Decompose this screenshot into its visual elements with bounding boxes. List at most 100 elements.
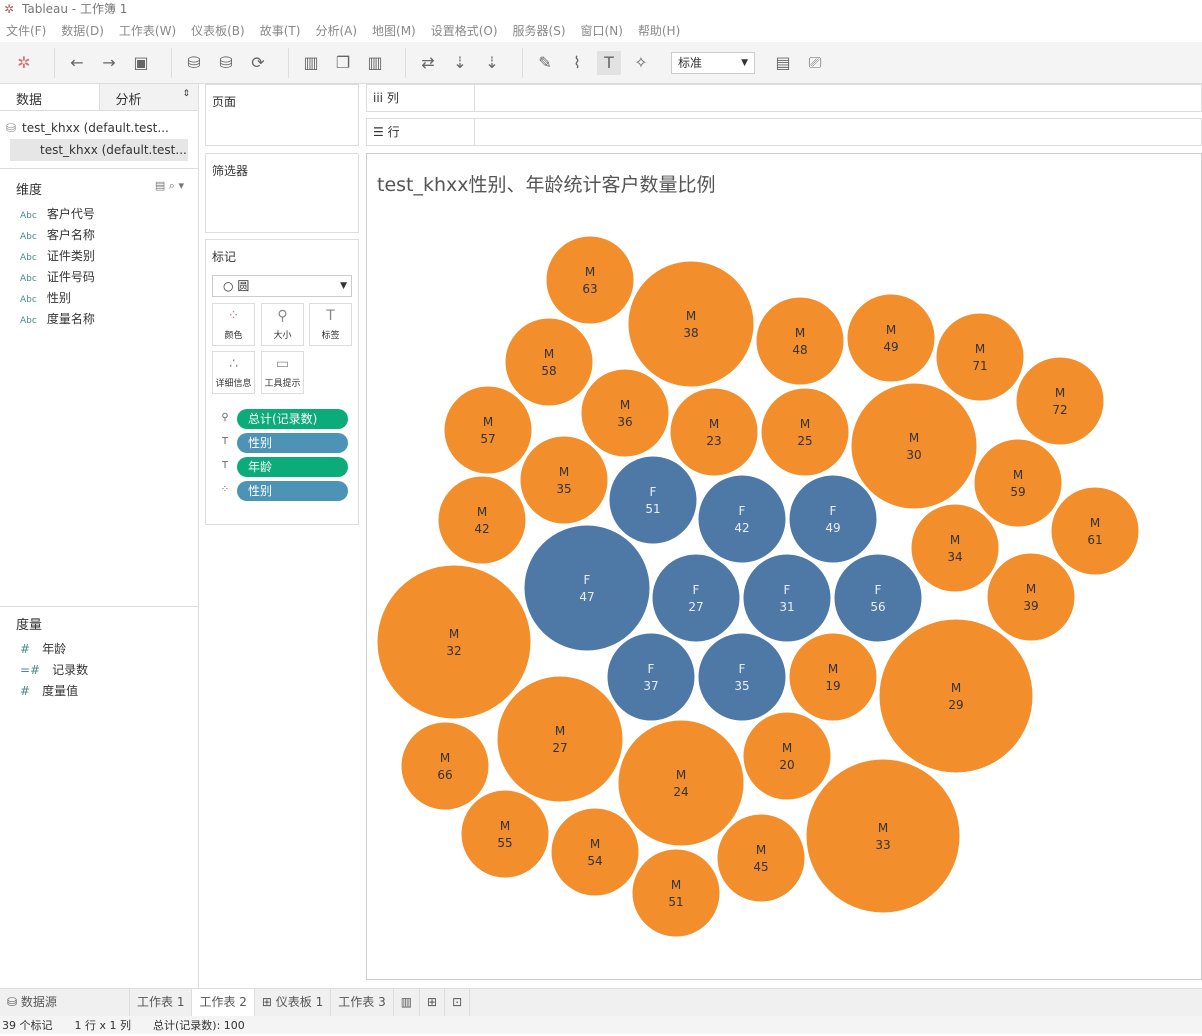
bubble-mark[interactable]	[742, 553, 832, 643]
bubble-F-31[interactable]: F 31	[742, 553, 832, 643]
bubble-mark[interactable]	[545, 235, 635, 325]
highlight-icon[interactable]: ✎	[533, 51, 557, 75]
menu-worksheet[interactable]: 工作表(W)	[119, 20, 176, 42]
bubble-F-42[interactable]: F 42	[697, 474, 787, 564]
bubble-mark[interactable]	[697, 632, 787, 722]
tableau-home-icon[interactable]: ✲	[12, 51, 36, 75]
bubble-mark[interactable]	[878, 618, 1034, 774]
bubble-mark[interactable]	[617, 719, 745, 847]
bubble-M-63[interactable]: M 63	[545, 235, 635, 325]
bubble-M-30[interactable]: M 30	[850, 382, 978, 510]
sort-ascending-icon[interactable]: ⇣	[448, 51, 472, 75]
bubble-mark[interactable]	[437, 475, 527, 565]
tab-analysis[interactable]: 分析 ⇕	[98, 84, 198, 110]
bubble-F-37[interactable]: F 37	[606, 632, 696, 722]
bubble-M-55[interactable]: M 55	[460, 789, 550, 879]
label-button[interactable]: T 标签	[309, 303, 352, 346]
bubble-mark[interactable]	[833, 553, 923, 643]
menu-story[interactable]: 故事(T)	[260, 20, 301, 42]
new-story-icon[interactable]: ⊡	[445, 989, 471, 1016]
bubble-M-54[interactable]: M 54	[550, 807, 640, 897]
marks-pill[interactable]: 性别	[237, 481, 348, 501]
datasource-item[interactable]: ⛁ test_khxx (default.test...	[0, 117, 198, 139]
bubble-mark[interactable]	[1050, 486, 1140, 576]
bubble-mark[interactable]	[669, 387, 759, 477]
mark-type-select[interactable]: ○ 圆 ▼	[212, 275, 352, 297]
bubble-M-34[interactable]: M 34	[910, 503, 1000, 593]
bubble-M-71[interactable]: M 71	[935, 312, 1025, 402]
show-me-icon[interactable]: ▤	[771, 51, 795, 75]
bubble-M-57[interactable]: M 57	[443, 385, 533, 475]
bubble-M-32[interactable]: M 32	[376, 564, 532, 720]
new-datasource-icon[interactable]: ⛁	[182, 51, 206, 75]
dimension-field[interactable]: Abc 证件类别	[0, 246, 198, 267]
bubble-mark[interactable]	[651, 553, 741, 643]
bubble-mark[interactable]	[973, 438, 1063, 528]
redo-icon[interactable]: →	[97, 51, 121, 75]
bubble-mark[interactable]	[580, 368, 670, 458]
bubble-mark[interactable]	[550, 807, 640, 897]
view-search-icons[interactable]: ▤ ⌕ ▾	[155, 179, 184, 193]
bubble-mark[interactable]	[376, 564, 532, 720]
size-button[interactable]: ⚲ 大小	[261, 303, 304, 346]
bubble-mark[interactable]	[935, 312, 1025, 402]
bubble-mark[interactable]	[519, 435, 609, 525]
bubble-mark[interactable]	[697, 474, 787, 564]
tab-datasource[interactable]: ⛁ 数据源	[0, 989, 130, 1016]
menu-map[interactable]: 地图(M)	[372, 20, 416, 42]
save-icon[interactable]: ▣	[129, 51, 153, 75]
menu-file[interactable]: 文件(F)	[6, 20, 46, 42]
bubble-mark[interactable]	[850, 382, 978, 510]
presentation-icon[interactable]: ⎚	[803, 51, 827, 75]
bubble-mark[interactable]	[788, 632, 878, 722]
bubble-mark[interactable]	[805, 758, 961, 914]
menu-analysis[interactable]: 分析(A)	[315, 20, 357, 42]
bubble-M-61[interactable]: M 61	[1050, 486, 1140, 576]
bubble-F-35[interactable]: F 35	[697, 632, 787, 722]
menu-help[interactable]: 帮助(H)	[638, 20, 680, 42]
refresh-icon[interactable]: ⟳	[246, 51, 270, 75]
menu-data[interactable]: 数据(D)	[61, 20, 104, 42]
dimension-field[interactable]: Abc 度量名称	[0, 309, 198, 330]
menu-window[interactable]: 窗口(N)	[581, 20, 623, 42]
bubble-M-66[interactable]: M 66	[400, 721, 490, 811]
bubble-mark[interactable]	[910, 503, 1000, 593]
menu-server[interactable]: 服务器(S)	[513, 20, 566, 42]
bubble-mark[interactable]	[631, 848, 721, 938]
new-worksheet-icon[interactable]: ▥	[394, 989, 421, 1016]
pages-card[interactable]: 页面	[205, 84, 359, 146]
bubble-mark[interactable]	[606, 632, 696, 722]
bubble-mark[interactable]	[1015, 356, 1105, 446]
dimension-field[interactable]: Abc 客户代号	[0, 204, 198, 225]
bubble-mark[interactable]	[443, 385, 533, 475]
bubble-M-58[interactable]: M 58	[504, 317, 594, 407]
bubble-F-56[interactable]: F 56	[833, 553, 923, 643]
tab-dashboard-1[interactable]: ⊞ 仪表板 1	[255, 989, 332, 1016]
bubble-mark[interactable]	[496, 675, 624, 803]
columns-shelf[interactable]: iii 列	[366, 84, 1202, 112]
bubble-M-48[interactable]: M 48	[755, 296, 845, 386]
bubble-F-49[interactable]: F 49	[788, 474, 878, 564]
clear-sheet-icon[interactable]: ▥	[363, 51, 387, 75]
duplicate-sheet-icon[interactable]: ❐	[331, 51, 355, 75]
bubble-M-45[interactable]: M 45	[716, 813, 806, 903]
detail-button[interactable]: ∴ 详细信息	[212, 351, 255, 394]
rows-shelf[interactable]: ☰ 行	[366, 118, 1202, 146]
bubble-M-36[interactable]: M 36	[580, 368, 670, 458]
bubble-mark[interactable]	[523, 524, 651, 652]
bubble-M-33[interactable]: M 33	[805, 758, 961, 914]
pause-updates-icon[interactable]: ⛁	[214, 51, 238, 75]
tab-sheet-1[interactable]: 工作表 1	[130, 989, 193, 1016]
bubble-mark[interactable]	[986, 552, 1076, 642]
sort-descending-icon[interactable]: ⇣	[480, 51, 504, 75]
bubble-F-47[interactable]: F 47	[523, 524, 651, 652]
show-labels-icon[interactable]: T	[597, 50, 621, 75]
bubble-M-35[interactable]: M 35	[519, 435, 609, 525]
bubble-M-19[interactable]: M 19	[788, 632, 878, 722]
marks-pill[interactable]: 总计(记录数)	[237, 409, 348, 429]
bubble-F-27[interactable]: F 27	[651, 553, 741, 643]
filters-card[interactable]: 筛选器	[205, 153, 359, 233]
bubble-M-20[interactable]: M 20	[742, 711, 832, 801]
bubble-mark[interactable]	[608, 455, 698, 545]
bubble-mark[interactable]	[788, 474, 878, 564]
